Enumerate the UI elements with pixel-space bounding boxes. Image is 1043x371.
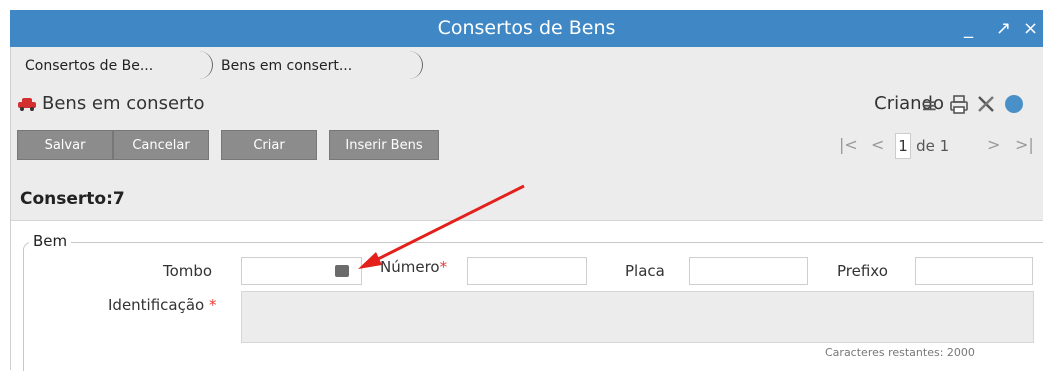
window-title: Consertos de Bens [437, 17, 616, 39]
tab-bens-em-conserto[interactable]: Bens em consert... [209, 51, 423, 79]
restore-icon[interactable]: ↗ [996, 10, 1011, 47]
placa-input[interactable] [689, 257, 808, 285]
print-icon[interactable] [948, 93, 970, 120]
pager-page-input[interactable]: 1 [895, 133, 911, 159]
insert-items-button[interactable]: Inserir Bens [329, 130, 439, 160]
pager-last[interactable]: >| [1015, 133, 1034, 157]
required-mark: * [209, 296, 217, 314]
minimize-icon[interactable]: _ [964, 10, 973, 47]
record-title: Conserto:7 [20, 189, 125, 209]
identificacao-textarea[interactable] [241, 291, 1034, 343]
pager-first[interactable]: |< [839, 133, 858, 157]
tab-consertos[interactable]: Consertos de Be... [13, 51, 213, 79]
form-title: Bens em conserto [16, 91, 205, 117]
identificacao-label-text: Identificação [108, 296, 205, 314]
form-toolbar: Bens em conserto Criando ≡ Salvar Cancel… [11, 87, 1043, 221]
car-icon [18, 98, 36, 111]
placa-label: Placa [625, 262, 665, 280]
close-icon[interactable]: × [1023, 10, 1038, 47]
pager-total: de 1 [916, 137, 950, 155]
pager-prev[interactable]: < [871, 133, 884, 157]
pager-current: 1 de 1 [895, 133, 949, 159]
tab-label: Bens em consert... [221, 58, 353, 74]
tab-label: Consertos de Be... [25, 58, 154, 74]
chars-remaining: Caracteres restantes: 2000 [825, 346, 975, 359]
numero-label: Número* [380, 257, 447, 277]
numero-input[interactable] [467, 257, 587, 285]
tombo-label: Tombo [163, 262, 213, 280]
help-icon[interactable] [1003, 93, 1025, 120]
prefixo-input[interactable] [915, 257, 1033, 285]
cancel-button[interactable]: Cancelar [113, 130, 209, 160]
prefixo-label: Prefixo [837, 262, 888, 280]
bem-legend: Bem [29, 232, 72, 250]
tools-icon[interactable] [975, 93, 997, 120]
pager-next[interactable]: > [987, 133, 1000, 157]
tab-edge [408, 51, 423, 79]
required-mark: * [439, 258, 448, 276]
window-body: Consertos de Be... Bens em consert... Be… [10, 47, 1043, 371]
identificacao-label: Identificação * [108, 295, 217, 315]
save-button[interactable]: Salvar [17, 130, 113, 160]
numero-label-text: Número [380, 258, 440, 276]
create-button[interactable]: Criar [221, 130, 317, 160]
search-icon[interactable] [335, 265, 349, 277]
menu-icon[interactable]: ≡ [921, 93, 938, 117]
record-header: Conserto:7 [11, 180, 1043, 218]
form-title-text: Bens em conserto [42, 93, 205, 114]
window-titlebar: Consertos de Bens _ ↗ × [10, 10, 1043, 47]
tabs-bar: Consertos de Be... Bens em consert... [11, 47, 1043, 87]
